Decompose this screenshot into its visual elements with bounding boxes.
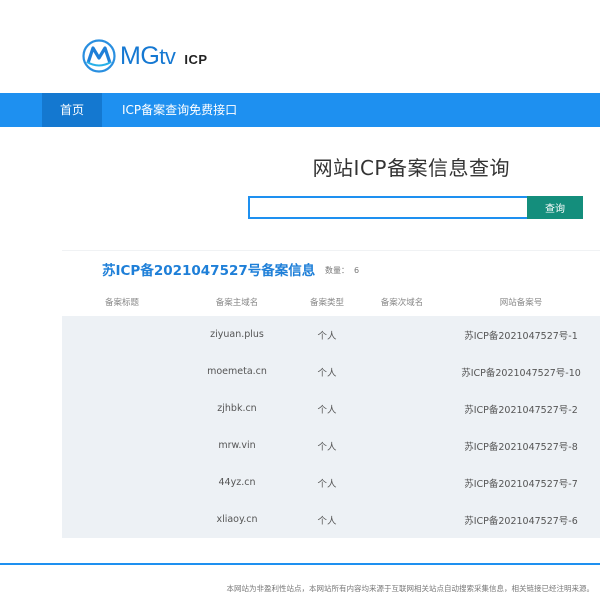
col-header-record-no: 网站备案号: [442, 288, 600, 316]
cell-type: 个人: [292, 390, 362, 427]
cell-subdomain: [362, 353, 442, 390]
col-header-title: 备案标题: [62, 288, 182, 316]
cell-domain: zjhbk.cn: [182, 390, 292, 427]
col-header-domain: 备案主域名: [182, 288, 292, 316]
cell-domain: xliaoy.cn: [182, 501, 292, 538]
result-card: 苏ICP备2021047527号备案信息 数量： 6 备案标题 备案主域名 备案类…: [62, 250, 600, 540]
search-input[interactable]: [248, 196, 527, 219]
table-row: zjhbk.cn 个人 苏ICP备2021047527号-2: [62, 390, 600, 427]
table-header-row: 备案标题 备案主域名 备案类型 备案次域名 网站备案号: [62, 288, 600, 316]
cell-subdomain: [362, 390, 442, 427]
cell-type: 个人: [292, 353, 362, 390]
result-title: 苏ICP备2021047527号备案信息: [102, 263, 316, 279]
cell-title: [62, 464, 182, 501]
cell-title: [62, 427, 182, 464]
cell-record-no: 苏ICP备2021047527号-1: [442, 316, 600, 353]
table-row: mrw.vin 个人 苏ICP备2021047527号-8: [62, 427, 600, 464]
cell-domain: mrw.vin: [182, 427, 292, 464]
nav-item-icp-api[interactable]: ICP备案查询免费接口: [122, 93, 237, 127]
cell-type: 个人: [292, 316, 362, 353]
search-title: 网站ICP备案信息查询: [312, 156, 510, 180]
brand-sub: ICP: [184, 51, 208, 67]
result-header: 苏ICP备2021047527号备案信息 数量： 6: [62, 250, 600, 288]
footer-disclaimer: 本网站为非盈利性站点，本网站所有内容均来源于互联网相关站点自动搜索采集信息，相关…: [226, 584, 595, 593]
cell-title: [62, 353, 182, 390]
footer-divider: [0, 563, 600, 565]
cell-domain: ziyuan.plus: [182, 316, 292, 353]
cell-type: 个人: [292, 464, 362, 501]
page: MGtv ICP 首页 ICP备案查询免费接口 网站ICP备案信息查询 查询 苏…: [0, 0, 600, 600]
cell-record-no: 苏ICP备2021047527号-10: [442, 353, 600, 390]
nav-bar: 首页 ICP备案查询免费接口: [0, 93, 600, 127]
cell-record-no: 苏ICP备2021047527号-7: [442, 464, 600, 501]
cell-title: [62, 390, 182, 427]
record-count-value: 6: [354, 266, 360, 275]
col-header-type: 备案类型: [292, 288, 362, 316]
col-header-subdomain: 备案次域名: [362, 288, 442, 316]
record-count-label: 数量：: [325, 266, 349, 275]
cell-type: 个人: [292, 501, 362, 538]
cell-record-no: 苏ICP备2021047527号-2: [442, 390, 600, 427]
cell-domain: 44yz.cn: [182, 464, 292, 501]
mgtv-logo-icon: [82, 39, 116, 73]
table-row: xliaoy.cn 个人 苏ICP备2021047527号-6: [62, 501, 600, 538]
cell-domain: moemeta.cn: [182, 353, 292, 390]
cell-subdomain: [362, 464, 442, 501]
cell-subdomain: [362, 427, 442, 464]
search-button[interactable]: 查询: [527, 196, 583, 219]
records-table: 备案标题 备案主域名 备案类型 备案次域名 网站备案号 ziyuan.plus …: [62, 288, 600, 538]
table-row: 44yz.cn 个人 苏ICP备2021047527号-7: [62, 464, 600, 501]
cell-title: [62, 316, 182, 353]
record-count: 数量： 6: [325, 265, 359, 276]
header: MGtv ICP: [0, 0, 600, 93]
logo[interactable]: MGtv ICP: [82, 36, 208, 76]
search-box: 查询: [248, 196, 583, 219]
cell-record-no: 苏ICP备2021047527号-8: [442, 427, 600, 464]
cell-record-no: 苏ICP备2021047527号-6: [442, 501, 600, 538]
brand-name: MGtv: [120, 41, 176, 70]
table-row: ziyuan.plus 个人 苏ICP备2021047527号-1: [62, 316, 600, 353]
nav-item-home[interactable]: 首页: [42, 93, 102, 127]
table-row: moemeta.cn 个人 苏ICP备2021047527号-10: [62, 353, 600, 390]
cell-title: [62, 501, 182, 538]
cell-type: 个人: [292, 427, 362, 464]
cell-subdomain: [362, 316, 442, 353]
cell-subdomain: [362, 501, 442, 538]
